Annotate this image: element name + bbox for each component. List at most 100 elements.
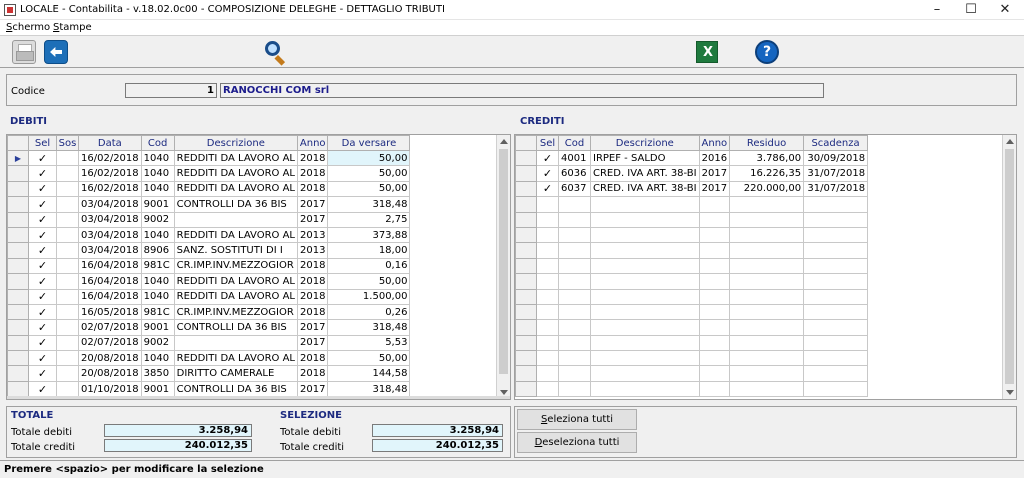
debiti-sel-cell[interactable]: ✓ — [28, 149, 57, 167]
crediti-sel-cell[interactable] — [536, 273, 559, 290]
debiti-row[interactable]: ✓ 16/02/2018 1040 REDDITI DA LAVORO AL 2018 5… — [7, 165, 411, 182]
debiti-sel-cell[interactable]: ✓ — [28, 319, 57, 336]
crediti-sel-cell[interactable] — [536, 319, 559, 336]
debiti-row[interactable]: ✓ 02/07/2018 9001 CONTROLLI DA 36 BIS 2017 31… — [7, 319, 411, 336]
crediti-sel-cell[interactable] — [536, 365, 559, 382]
crediti-row[interactable] — [515, 242, 869, 259]
crediti-row[interactable] — [515, 273, 869, 290]
crediti-sel-cell[interactable] — [536, 288, 559, 305]
crediti-sel-cell[interactable] — [536, 303, 559, 321]
debiti-sel-cell[interactable]: ✓ — [28, 334, 57, 352]
debiti-sel-cell[interactable]: ✓ — [28, 242, 57, 259]
debiti-row[interactable]: ✓ 16/05/2018 981C CR.IMP.INV.MEZZOGIOR 2018 0… — [7, 303, 411, 321]
debiti-row[interactable]: ✓ 16/04/2018 981C CR.IMP.INV.MEZZOGIOR 2018 0… — [7, 257, 411, 275]
crediti-sel-cell[interactable] — [536, 196, 559, 213]
debiti-row[interactable]: ✓ 16/04/2018 1040 REDDITI DA LAVORO AL 2018 1… — [7, 288, 411, 305]
crediti-row[interactable] — [515, 319, 869, 336]
crediti-header-scadenza[interactable]: Scadenza — [803, 135, 869, 151]
debiti-sel-cell[interactable]: ✓ — [28, 257, 57, 275]
maximize-button[interactable]: ☐ — [954, 0, 988, 20]
crediti-header-sel[interactable]: Sel — [536, 135, 559, 151]
debiti-row[interactable]: ✓ 03/04/2018 9002 2017 2,75 — [7, 211, 411, 228]
debiti-row[interactable]: ✓ 03/04/2018 8906 SANZ. SOSTITUTI DI I 2013 1… — [7, 242, 411, 259]
debiti-scroll-thumb[interactable] — [499, 149, 508, 374]
minimize-button[interactable]: – — [920, 0, 954, 20]
debiti-sel-cell[interactable]: ✓ — [28, 226, 57, 244]
codice-field[interactable]: 1 — [125, 83, 217, 98]
debiti-sel-cell[interactable]: ✓ — [28, 350, 57, 367]
crediti-sel-cell[interactable] — [536, 257, 559, 275]
crediti-header-descrizione[interactable]: Descrizione — [590, 135, 700, 151]
crediti-row[interactable] — [515, 211, 869, 228]
crediti-sel-cell[interactable]: ✓ — [536, 149, 559, 167]
debiti-row[interactable]: ✓ 16/02/2018 1040 REDDITI DA LAVORO AL 2018 5… — [7, 180, 411, 198]
crediti-header-residuo[interactable]: Residuo — [729, 135, 805, 151]
crediti-row[interactable] — [515, 365, 869, 382]
crediti-sel-cell[interactable] — [536, 334, 559, 352]
menu-schermo[interactable]: Schermo — [6, 22, 50, 33]
crediti-sel-cell[interactable]: ✓ — [536, 165, 559, 182]
debiti-row[interactable]: ✓ 02/07/2018 9002 2017 5,53 — [7, 334, 411, 352]
debiti-header-cod[interactable]: Cod — [140, 135, 175, 151]
crediti-descr-cell — [590, 257, 700, 275]
debiti-sel-cell[interactable]: ✓ — [28, 273, 57, 290]
debiti-hscrollbar[interactable] — [7, 396, 510, 399]
debiti-header-sos[interactable]: Sos — [56, 135, 79, 151]
print-icon[interactable] — [12, 40, 36, 64]
select-all-button[interactable]: Seleziona tutti — [517, 409, 637, 430]
debiti-row[interactable]: ✓ 16/04/2018 1040 REDDITI DA LAVORO AL 2018 5… — [7, 273, 411, 290]
debiti-header-sel[interactable]: Sel — [28, 135, 57, 151]
crediti-row[interactable] — [515, 226, 869, 244]
debiti-scrollbar[interactable] — [496, 135, 510, 399]
debiti-sel-cell[interactable]: ✓ — [28, 196, 57, 213]
crediti-sel-cell[interactable] — [536, 380, 559, 398]
search-icon[interactable] — [264, 40, 288, 66]
crediti-row[interactable]: ✓ 4001 IRPEF - SALDO 2016 3.786,00 30/09/2018 — [515, 149, 869, 167]
debiti-sel-cell[interactable]: ✓ — [28, 303, 57, 321]
debiti-sel-cell[interactable]: ✓ — [28, 165, 57, 182]
crediti-row[interactable] — [515, 334, 869, 352]
back-icon[interactable] — [44, 40, 68, 64]
debiti-sel-cell[interactable]: ✓ — [28, 211, 57, 228]
crediti-row[interactable] — [515, 288, 869, 305]
debiti-row[interactable]: ✓ 03/04/2018 1040 REDDITI DA LAVORO AL 2013 3… — [7, 226, 411, 244]
close-button[interactable]: ✕ — [988, 0, 1022, 20]
debiti-header-descrizione[interactable]: Descrizione — [173, 135, 299, 151]
debiti-sel-cell[interactable]: ✓ — [28, 288, 57, 305]
crediti-row[interactable]: ✓ 6036 CRED. IVA ART. 38-BI 2017 16.226,35 31… — [515, 165, 869, 182]
debiti-header-anno[interactable]: Anno — [296, 135, 329, 151]
debiti-sel-cell[interactable]: ✓ — [28, 180, 57, 198]
crediti-scrollbar[interactable] — [1002, 135, 1016, 399]
debiti-row[interactable]: ✓ 20/08/2018 3850 DIRITTO CAMERALE 2018 144,5… — [7, 365, 411, 382]
crediti-header-cod[interactable]: Cod — [558, 135, 591, 151]
debiti-row[interactable]: ✓ 03/04/2018 9001 CONTROLLI DA 36 BIS 2017 31… — [7, 196, 411, 213]
crediti-sel-cell[interactable] — [536, 242, 559, 259]
excel-icon[interactable] — [696, 41, 719, 63]
crediti-row[interactable] — [515, 350, 869, 367]
crediti-header-anno[interactable]: Anno — [698, 135, 731, 151]
debiti-sel-cell[interactable]: ✓ — [28, 380, 57, 398]
debiti-row[interactable]: ▶ ✓ 16/02/2018 1040 REDDITI DA LAVORO AL 2018… — [7, 149, 411, 167]
crediti-sel-cell[interactable]: ✓ — [536, 180, 559, 198]
crediti-sel-cell[interactable] — [536, 350, 559, 367]
menu-stampe[interactable]: Stampe — [53, 22, 92, 33]
debiti-sel-cell[interactable]: ✓ — [28, 365, 57, 382]
debiti-row[interactable]: ✓ 20/08/2018 1040 REDDITI DA LAVORO AL 2018 5… — [7, 350, 411, 367]
scroll-down-icon[interactable] — [500, 390, 508, 395]
crediti-row[interactable] — [515, 303, 869, 321]
crediti-row[interactable] — [515, 196, 869, 213]
crediti-sel-cell[interactable] — [536, 226, 559, 244]
crediti-row[interactable] — [515, 380, 869, 398]
deselect-all-button[interactable]: Deseleziona tutti — [517, 432, 637, 453]
crediti-row[interactable]: ✓ 6037 CRED. IVA ART. 38-BI 2017 220.000,00 3… — [515, 180, 869, 198]
debiti-header-data[interactable]: Data — [78, 135, 142, 151]
crediti-sel-cell[interactable] — [536, 211, 559, 228]
scroll-down-icon[interactable] — [1006, 390, 1014, 395]
crediti-scroll-thumb[interactable] — [1005, 149, 1014, 384]
scroll-up-icon[interactable] — [1006, 139, 1014, 144]
debiti-header-da-versare[interactable]: Da versare — [327, 135, 411, 151]
scroll-up-icon[interactable] — [500, 139, 508, 144]
crediti-row[interactable] — [515, 257, 869, 275]
help-icon[interactable] — [755, 40, 779, 64]
debiti-row[interactable]: ✓ 01/10/2018 9001 CONTROLLI DA 36 BIS 2017 31… — [7, 380, 411, 398]
